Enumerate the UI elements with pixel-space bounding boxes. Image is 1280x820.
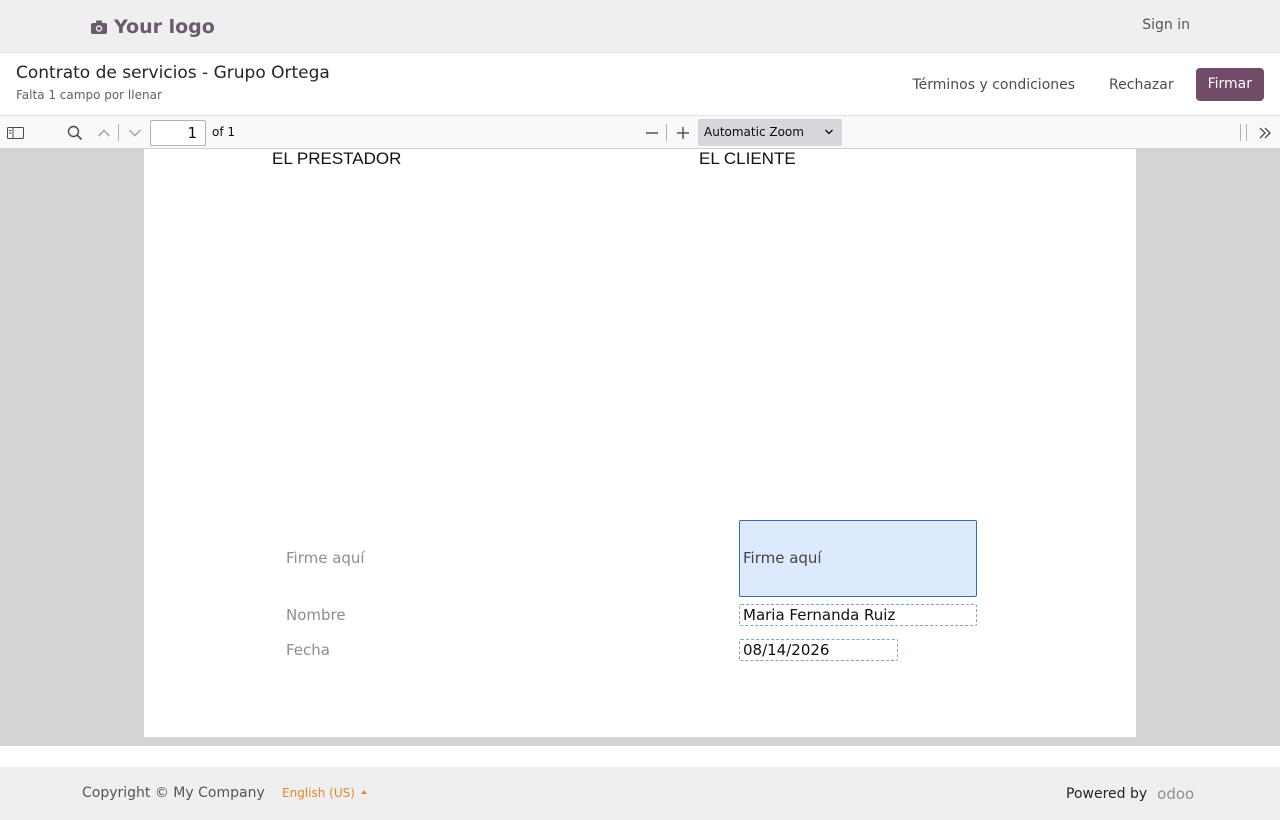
client-heading: EL CLIENTE (699, 149, 796, 168)
copyright-text: Copyright © My Company (82, 785, 265, 801)
next-page-icon[interactable] (126, 124, 144, 142)
toolbar-divider (666, 124, 667, 141)
top-header: Your logo Sign in (0, 0, 1280, 53)
fields-remaining-status: Falta 1 campo por llenar (16, 88, 162, 102)
terms-button[interactable]: Términos y condiciones (895, 69, 1092, 101)
logo-text: Your logo (114, 16, 215, 38)
footer: Copyright © My Company English (US) Powe… (0, 767, 1280, 820)
pdf-toolbar: 1 of 1 Automatic Zoom (0, 116, 1280, 149)
date-field[interactable]: 08/14/2026 (739, 639, 898, 661)
pdf-viewer[interactable]: EL PRESTADOR EL CLIENTE Firme aquí Nombr… (0, 149, 1280, 746)
language-label: English (US) (282, 786, 355, 800)
document-actions: Términos y condiciones Rechazar Firmar (895, 68, 1264, 101)
company-logo[interactable]: Your logo (90, 13, 215, 41)
zoom-out-icon[interactable] (643, 124, 661, 142)
camera-icon (91, 20, 107, 34)
tools-menu-icon[interactable] (1256, 124, 1274, 142)
sidebar-toggle-icon[interactable] (6, 124, 24, 142)
toolbar-divider (1240, 124, 1241, 141)
signature-field[interactable]: Firme aquí (739, 520, 977, 597)
toolbar-divider (1246, 124, 1247, 141)
zoom-select-value: Automatic Zoom (704, 125, 804, 139)
chevron-down-icon (824, 119, 834, 146)
powered-by-label: Powered by (1066, 786, 1148, 802)
odoo-logo[interactable]: odoo (1157, 785, 1194, 803)
zoom-select[interactable]: Automatic Zoom (698, 119, 842, 146)
name-label: Nombre (286, 606, 346, 624)
sign-button[interactable]: Firmar (1195, 68, 1264, 101)
reject-button[interactable]: Rechazar (1092, 69, 1191, 101)
pdf-page: EL PRESTADOR EL CLIENTE Firme aquí Nombr… (144, 149, 1136, 737)
previous-page-icon[interactable] (95, 124, 113, 142)
caret-up-icon (360, 789, 367, 794)
signature-label: Firme aquí (286, 549, 365, 567)
page-number-input[interactable]: 1 (150, 120, 206, 146)
language-selector[interactable]: English (US) (282, 786, 367, 800)
search-icon[interactable] (66, 124, 84, 142)
sign-in-link[interactable]: Sign in (1142, 17, 1190, 33)
name-field[interactable]: Maria Fernanda Ruiz (739, 604, 977, 626)
toolbar-divider (118, 124, 119, 141)
document-bar: Contrato de servicios - Grupo Ortega Fal… (0, 53, 1280, 116)
date-label: Fecha (286, 641, 330, 659)
document-title: Contrato de servicios - Grupo Ortega (16, 63, 330, 83)
provider-heading: EL PRESTADOR (272, 149, 402, 168)
page-count-label: of 1 (212, 125, 236, 139)
powered-by: Powered by odoo (1066, 785, 1194, 803)
zoom-in-icon[interactable] (674, 124, 692, 142)
